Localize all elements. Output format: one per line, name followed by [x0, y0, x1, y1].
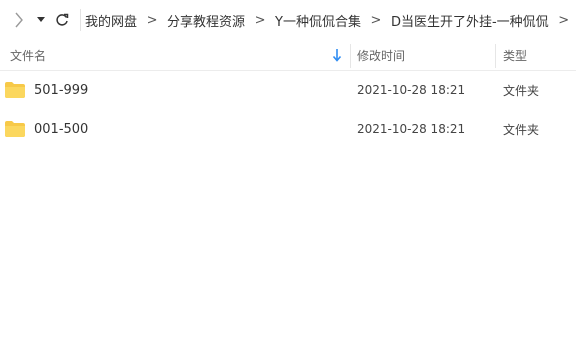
file-modified: 2021-10-28 18:21 [357, 83, 466, 97]
column-divider[interactable] [495, 44, 496, 68]
refresh-button[interactable] [52, 10, 72, 30]
column-header-modified[interactable]: 修改时间 [357, 40, 487, 70]
folder-icon [5, 121, 25, 137]
breadcrumb-item-shared-resources[interactable]: 分享教程资源 [163, 11, 249, 30]
folder-icon [5, 82, 25, 98]
dropdown-icon [37, 17, 45, 22]
sort-down-icon[interactable] [332, 48, 342, 62]
file-row[interactable]: 501-999 2021-10-28 18:21 文件夹 [0, 71, 576, 109]
column-header-type-label: 类型 [503, 48, 528, 63]
breadcrumb-item-my-drive[interactable]: 我的网盘 [81, 11, 141, 30]
column-header-type[interactable]: 类型 [503, 40, 573, 70]
forward-icon [15, 12, 23, 28]
column-header-name[interactable]: 文件名 [10, 40, 348, 70]
column-divider[interactable] [350, 44, 351, 68]
file-browser: 我的网盘 > 分享教程资源 > Y一种侃侃合集 > D当医生开了外挂-一种侃侃 … [0, 0, 576, 356]
breadcrumb: 我的网盘 > 分享教程资源 > Y一种侃侃合集 > D当医生开了外挂-一种侃侃 … [81, 0, 576, 40]
file-modified: 2021-10-28 18:21 [357, 122, 466, 136]
breadcrumb-separator: > [146, 12, 158, 28]
history-dropdown-button[interactable] [34, 10, 48, 30]
breadcrumb-separator: > [254, 12, 266, 28]
column-header: 文件名 修改时间 类型 [0, 40, 576, 71]
address-bar: 我的网盘 > 分享教程资源 > Y一种侃侃合集 > D当医生开了外挂-一种侃侃 … [0, 0, 576, 40]
refresh-icon [56, 13, 69, 26]
file-row[interactable]: 001-500 2021-10-28 18:21 文件夹 [0, 110, 576, 148]
file-type: 文件夹 [503, 122, 540, 137]
column-header-modified-label: 修改时间 [357, 48, 406, 63]
file-type: 文件夹 [503, 83, 540, 98]
column-header-name-label: 文件名 [10, 48, 47, 63]
forward-button[interactable] [8, 10, 30, 30]
breadcrumb-separator: > [370, 12, 382, 28]
breadcrumb-more-button[interactable]: > [553, 13, 575, 28]
breadcrumb-item-collection[interactable]: Y一种侃侃合集 [271, 11, 365, 30]
file-name: 001-500 [34, 121, 89, 137]
breadcrumb-item-current-folder[interactable]: D当医生开了外挂-一种侃侃 [387, 11, 553, 30]
file-name: 501-999 [34, 82, 89, 98]
